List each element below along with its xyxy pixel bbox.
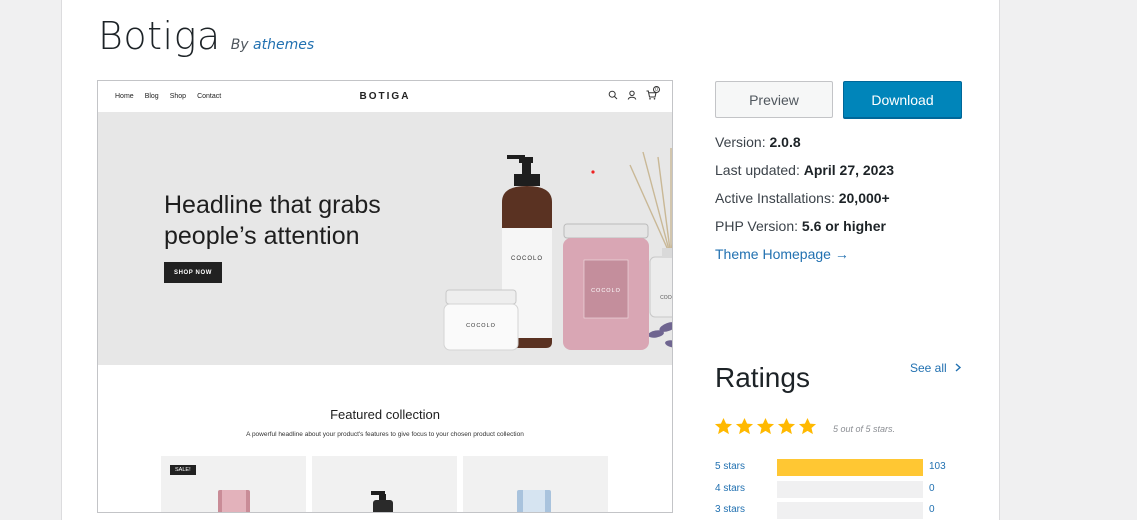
rating-row-count: 0 [929,504,935,515]
preview-button[interactable]: Preview [715,81,833,118]
star-icon [777,417,796,435]
chevron-right-icon [955,363,962,372]
by-prefix: By [230,37,249,53]
php-version-value: 5.6 or higher [801,218,886,234]
demo-hero: Headline that grabs people’s attention S… [98,112,672,365]
demo-product-card [463,456,608,512]
demo-product-card: SALE! [161,456,306,512]
demo-featured-title: Featured collection [330,407,440,422]
theme-author-line: By athemes [231,37,314,53]
see-all-label: See all [910,361,947,375]
rating-bar-track [777,502,923,519]
version-label: Version: [715,134,766,150]
product-thumb-image [371,491,393,512]
rating-bar-fill [777,459,923,476]
version-value: 2.0.8 [769,134,801,150]
rating-bar-track [777,481,923,498]
active-installs-info: Active Installations: 20,000+ [715,190,890,206]
rating-row-label[interactable]: 5 stars [715,461,745,472]
cart: 0 [646,86,660,103]
demo-featured-subtitle: A powerful headline about your product's… [246,431,524,438]
download-button[interactable]: Download [843,81,962,118]
php-version-label: PHP Version: [715,218,799,234]
cart-count: 0 [653,86,660,93]
demo-shop-now-button: SHOP NOW [164,262,222,283]
star-icon [798,417,817,435]
rating-row-4: 4 stars 0 [715,481,975,498]
last-updated-label: Last updated: [715,162,800,178]
theme-title-row: Botiga By athemes [98,14,314,58]
product-thumb-image [218,490,250,512]
star-icon [735,417,754,435]
author-link[interactable]: athemes [253,37,314,53]
last-updated-value: April 27, 2023 [803,162,895,178]
rating-row-3: 3 stars 0 [715,502,975,519]
last-updated-info: Last updated: April 27, 2023 [715,162,894,178]
user-icon [627,90,637,100]
rating-bar-track [777,459,923,476]
rating-row-count: 0 [929,483,935,494]
php-version-info: PHP Version: 5.6 or higher [715,218,886,234]
ratings-heading: Ratings [715,362,810,393]
theme-screenshot[interactable]: Home Blog Shop Contact BOTIGA 0 Headline… [97,80,673,513]
svg-text:COCOLO: COCOLO [591,288,621,294]
rating-row-5: 5 stars 103 [715,459,975,476]
star-icon [756,417,775,435]
rating-row-label[interactable]: 3 stars [715,504,745,515]
demo-brand: BOTIGA [359,91,411,102]
active-installs-label: Active Installations: [715,190,835,206]
rating-row-label[interactable]: 4 stars [715,483,745,494]
demo-nav: Home Blog Shop Contact BOTIGA 0 [98,81,672,112]
svg-text:COCOLO: COCOLO [511,256,543,262]
theme-name: Botiga [98,14,221,58]
svg-text:COCOLO: COCOLO [466,323,496,329]
demo-product-card [312,456,457,512]
see-all-ratings-link[interactable]: See all [910,361,962,375]
star-rating [714,417,817,436]
version-info: Version: 2.0.8 [715,134,801,150]
rating-summary: 5 out of 5 stars. [833,424,896,434]
search-icon [608,90,618,100]
star-icon [714,417,733,435]
rating-row-count: 103 [929,461,946,472]
active-installs-value: 20,000+ [838,190,890,206]
svg-text:COCOLO: COCOLO [660,295,672,301]
theme-homepage-link[interactable]: Theme Homepage → [715,246,849,262]
hero-products-image: COCOLO COCOLO COCO [443,148,672,351]
demo-nav-icons: 0 [608,86,660,103]
product-thumb-image [517,490,551,512]
